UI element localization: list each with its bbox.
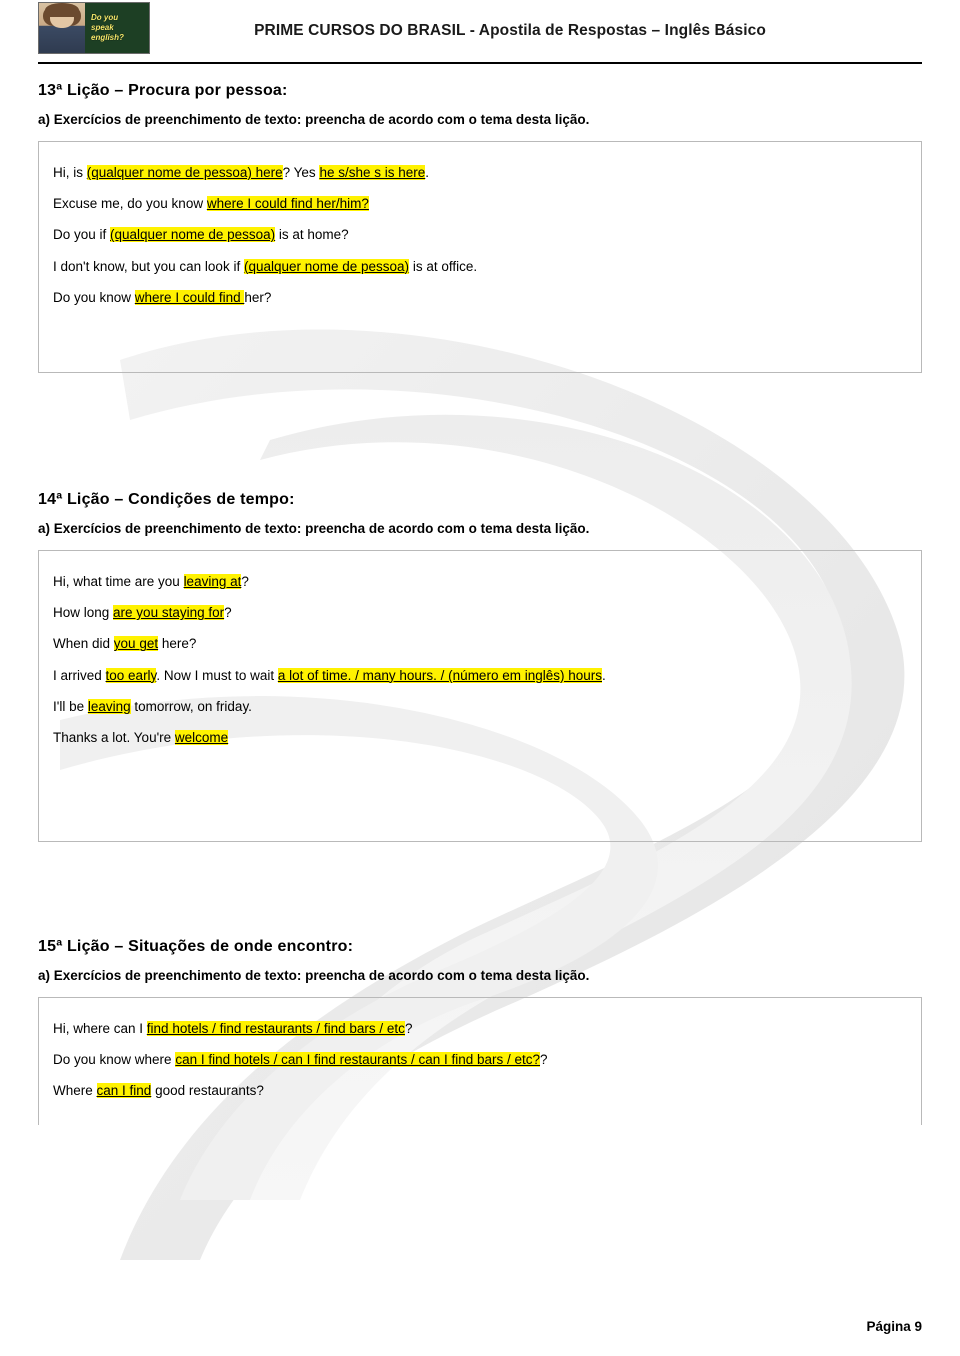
lesson-13-subtitle: a) Exercícios de preenchimento de texto:… — [38, 112, 590, 127]
line-text: How long — [53, 605, 114, 621]
line-text: . — [602, 667, 606, 683]
answer-line: Hi, what time are you leaving at? — [53, 573, 907, 591]
line-text: good restaurants? — [151, 1083, 264, 1099]
logo-caption-line2: speak — [91, 23, 114, 32]
line-text: I don't know, but you can look if — [53, 258, 244, 274]
highlighted-answer: (qualquer nome de pessoa) — [243, 258, 410, 274]
logo-photo-icon — [39, 3, 85, 53]
lesson-14-subtitle: a) Exercícios de preenchimento de texto:… — [38, 521, 590, 536]
page-header: Do you speak english? PRIME CURSOS DO BR… — [38, 0, 922, 62]
line-text: Hi, what time are you — [53, 574, 184, 589]
answer-line: Hi, is (qualquer nome de pessoa) here? Y… — [53, 164, 907, 182]
logo-caption-line1: Do you — [91, 13, 119, 22]
header-title: PRIME CURSOS DO BRASIL - Apostila de Res… — [254, 22, 766, 39]
lesson-14-answer-box: Hi, what time are you leaving at? How lon… — [38, 550, 922, 842]
line-text: Do you know — [53, 289, 135, 305]
lesson-15-answer-box: Hi, where can I find hotels / find resta… — [38, 997, 922, 1125]
highlighted-answer: where I could find her/him? — [206, 196, 369, 212]
line-text: When did — [53, 636, 114, 652]
header-divider — [38, 62, 922, 64]
lesson-14: 14ª Lição – Condições de tempo: a) Exerc… — [38, 491, 922, 842]
lesson-14-title: 14ª Lição – Condições de tempo: — [38, 491, 295, 508]
lesson-15-subtitle: a) Exercícios de preenchimento de texto:… — [38, 968, 590, 983]
lesson-13-answer-box: Hi, is (qualquer nome de pessoa) here? Y… — [38, 141, 922, 373]
answer-line: Where can I find good restaurants? — [53, 1082, 907, 1100]
answer-line: Excuse me, do you know where I could fin… — [53, 195, 907, 213]
answer-line: Do you if (qualquer nome de pessoa) is a… — [53, 226, 907, 244]
answer-line: I don't know, but you can look if (qualq… — [53, 258, 907, 276]
highlighted-answer: you get — [113, 636, 159, 652]
line-text: Hi, is — [53, 165, 87, 180]
line-text: ? — [540, 1052, 548, 1068]
line-text: Hi, where can I — [53, 1021, 147, 1036]
answer-line: Hi, where can I find hotels / find resta… — [53, 1020, 907, 1038]
highlighted-answer: a lot of time. / many hours. / (número e… — [277, 667, 602, 683]
lesson-15: 15ª Lição – Situações de onde encontro: … — [38, 938, 922, 1125]
answer-line: I arrived too early. Now I must to wait … — [53, 667, 907, 685]
answer-line: Do you know where can I find hotels / ca… — [53, 1051, 907, 1069]
line-text: . Now I must to wait — [156, 667, 278, 683]
highlighted-answer: too early — [105, 667, 157, 683]
line-text: tomorrow, on friday. — [130, 698, 252, 714]
line-text: here? — [158, 636, 197, 652]
highlighted-answer: leaving — [87, 698, 131, 714]
page-number: Página 9 — [866, 1319, 922, 1334]
highlighted-answer: leaving at — [183, 574, 242, 589]
line-text: I arrived — [53, 667, 106, 683]
highlighted-answer: can I find — [96, 1083, 152, 1099]
line-text: Thanks a lot. You're — [53, 730, 175, 746]
answer-line: Do you know where I could find her? — [53, 289, 907, 307]
line-text: Excuse me, do you know — [53, 196, 207, 212]
line-text: . — [425, 165, 430, 180]
highlighted-answer: (qualquer nome de pessoa) — [110, 227, 276, 243]
answer-line: When did you get here? — [53, 635, 907, 653]
line-text: Do you know where — [53, 1052, 176, 1068]
answer-line: Thanks a lot. You're welcome — [53, 729, 907, 747]
lesson-13: 13ª Lição – Procura por pessoa: a) Exerc… — [38, 82, 922, 373]
answer-line: How long are you staying for? — [53, 604, 907, 622]
highlighted-answer: welcome — [174, 730, 229, 746]
highlighted-answer: where I could find — [134, 289, 245, 305]
lesson-15-title: 15ª Lição – Situações de onde encontro: — [38, 938, 354, 955]
logo-caption: Do you speak english? — [85, 13, 124, 43]
line-text: her? — [244, 289, 272, 305]
line-text: Where — [53, 1083, 97, 1099]
highlighted-answer: he s/she s is here — [319, 165, 426, 180]
answer-line: I'll be leaving tomorrow, on friday. — [53, 698, 907, 716]
highlighted-answer: find hotels / find restaurants / find ba… — [146, 1021, 405, 1036]
line-text: is at home? — [275, 227, 349, 243]
highlighted-answer: (qualquer nome de pessoa) here — [86, 165, 283, 180]
line-text: ? — [404, 1021, 413, 1036]
document-page: Do you speak english? PRIME CURSOS DO BR… — [0, 0, 960, 1356]
highlighted-answer: can I find hotels / can I find restauran… — [175, 1052, 541, 1068]
course-logo: Do you speak english? — [38, 2, 150, 54]
line-text: ? — [241, 574, 249, 589]
line-text: ? — [224, 605, 232, 621]
line-text: I'll be — [53, 698, 88, 714]
line-text: is at office. — [409, 258, 478, 274]
logo-caption-line3: english? — [91, 33, 124, 42]
line-text: ? Yes — [282, 165, 320, 180]
lesson-13-title: 13ª Lição – Procura por pessoa: — [38, 82, 288, 99]
highlighted-answer: are you staying for — [113, 605, 225, 621]
line-text: Do you if — [53, 227, 111, 243]
